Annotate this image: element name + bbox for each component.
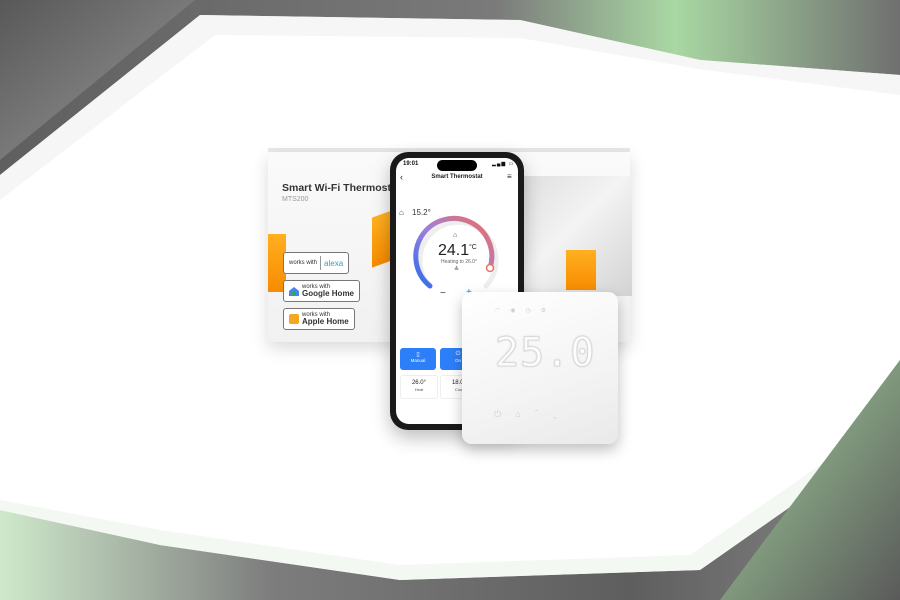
temperature-unit: °C (469, 244, 477, 251)
apple-home-icon (289, 314, 299, 324)
device-temperature-display: 25.0 (494, 330, 596, 377)
manual-icon: ▯ (416, 352, 420, 358)
power-icon[interactable]: ⏻ (494, 409, 515, 419)
mode-label: On (454, 358, 461, 363)
preset-label: Heat (414, 387, 424, 392)
apple-home-badge: works with Apple Home (283, 308, 355, 330)
box-title: Smart Wi-Fi Thermostat (282, 182, 401, 194)
app-title: Smart Thermostat (431, 174, 483, 180)
badge-brand: Google Home (302, 289, 355, 298)
status-time: 19:01 (403, 161, 419, 167)
device-status-icons: ◠◉◷⚙ (495, 307, 556, 314)
up-icon[interactable]: ⌃ (535, 409, 553, 419)
heat-icon: ≜ (454, 267, 460, 273)
wifi-icon: ◠ (495, 308, 511, 314)
badge-brand: Apple Home (302, 317, 349, 326)
down-icon[interactable]: ⌄ (553, 409, 571, 419)
dynamic-island (437, 160, 477, 171)
google-home-icon (289, 286, 299, 296)
mode-button-manual[interactable]: ▯ Manual (400, 348, 436, 370)
decrease-temp-button[interactable]: − (440, 288, 446, 299)
preset-value: 26.0° (411, 380, 427, 386)
badge-divider (320, 256, 322, 270)
badge-small-text: works with (289, 260, 318, 266)
preset-heat[interactable]: 26.0° Heat (400, 375, 438, 399)
mode-label: Manual (410, 358, 426, 363)
lock-icon: ⌂ (453, 232, 458, 239)
alexa-icon: alexa (324, 258, 344, 268)
heating-status: Heating to 26.0° (441, 259, 477, 265)
box-accent-shape (372, 210, 392, 268)
heat-icon: ◉ (510, 308, 526, 314)
box-model: MTS200 (282, 196, 309, 203)
home-icon: ⌂ (399, 208, 404, 217)
back-icon[interactable]: ‹ (400, 172, 403, 182)
settings-icon: ⚙ (540, 308, 557, 314)
google-home-badge: works with Google Home (283, 280, 361, 302)
current-temperature: 24.1 (438, 242, 470, 259)
mode-icon[interactable]: ⌂ (515, 409, 534, 419)
menu-icon[interactable]: ≡ (507, 172, 512, 181)
device-touch-buttons: ⏻⌂⌃⌄ (494, 409, 571, 420)
schedule-icon: ◷ (525, 308, 541, 314)
status-icons: ▂▄▆ ▭ (492, 161, 515, 167)
alexa-badge: works with alexa (283, 252, 350, 274)
box-side-accent (566, 250, 596, 290)
